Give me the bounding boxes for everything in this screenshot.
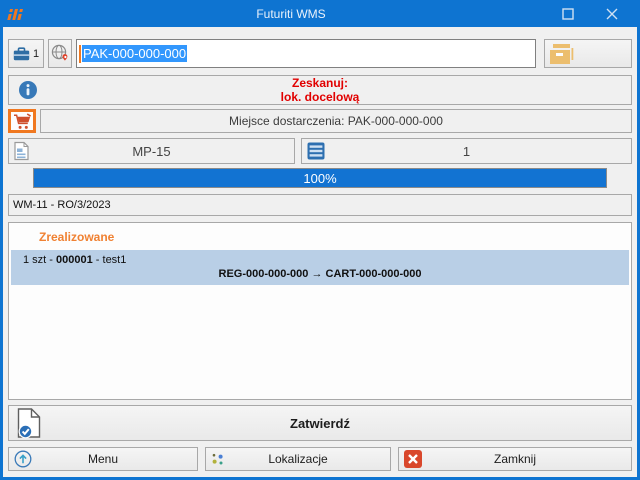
bottom-toolbar: Menu Lokalizacje (8, 447, 632, 471)
location-dots-icon (211, 452, 225, 466)
info-icon (18, 80, 38, 100)
location-globe-button[interactable] (48, 39, 72, 68)
progress-label: 100% (34, 169, 606, 187)
warehouse-button[interactable]: 1 (8, 39, 44, 68)
document-page-icon (14, 142, 29, 161)
location-panel: MP-15 (8, 138, 295, 164)
titlebar: Futuriti WMS (0, 0, 640, 27)
quantity-panel: 1 (301, 138, 632, 164)
list-header: Zrealizowane (9, 223, 631, 250)
completed-list: Zrealizowane 1 szt - 000001 - test1 REG-… (8, 222, 632, 400)
confirm-button[interactable]: Zatwierdź (8, 405, 632, 441)
delivery-row: Miejsce dostarczenia: PAK-000-000-000 (8, 109, 632, 133)
item-line-1: 1 szt - 000001 - test1 (11, 253, 629, 267)
confirm-label: Zatwierdź (290, 416, 350, 431)
text-caret (79, 45, 81, 63)
cart-button[interactable] (8, 109, 36, 133)
document-label: WM-11 - RO/3/2023 (13, 199, 111, 211)
package-button[interactable] (544, 39, 632, 68)
menu-label: Menu (88, 452, 118, 466)
locations-button[interactable]: Lokalizacje (205, 447, 391, 471)
app-logo-icon (6, 5, 36, 23)
close-window-icon[interactable] (590, 0, 634, 27)
document-panel: WM-11 - RO/3/2023 (8, 194, 632, 216)
quantity-value: 1 (463, 144, 470, 159)
menu-button[interactable]: Menu (8, 447, 198, 471)
progress-row: 100% (33, 168, 607, 188)
alert-line-1: Zeskanuj: (292, 76, 348, 90)
warehouse-count: 1 (33, 48, 39, 60)
progress-bar: 100% (33, 168, 607, 188)
info-row: Zeskanuj: lok. docelową (8, 75, 632, 105)
app-window: Futuriti WMS 1 (0, 0, 640, 480)
delivery-place-panel: Miejsce dostarczenia: PAK-000-000-000 (40, 109, 632, 133)
briefcase-icon (13, 47, 30, 61)
scan-input[interactable]: PAK-000-000-000 (76, 39, 536, 68)
scan-input-value: PAK-000-000-000 (82, 45, 187, 62)
item-transfer: REG-000-000-000 → CART-000-000-000 (11, 267, 629, 281)
document-check-icon (16, 408, 43, 439)
delivery-place-label: Miejsce dostarczenia: PAK-000-000-000 (229, 114, 443, 128)
circle-up-arrow-icon (14, 450, 32, 468)
window-title: Futuriti WMS (36, 7, 546, 21)
document-row: WM-11 - RO/3/2023 (8, 194, 632, 216)
cart-icon (13, 113, 32, 130)
alert-line-2: lok. docelową (281, 90, 360, 104)
info-panel: Zeskanuj: lok. docelową (8, 75, 632, 105)
details-row: MP-15 1 (8, 138, 632, 164)
close-label: Zamknij (494, 452, 536, 466)
scan-row: 1 PAK-000-000-000 (8, 39, 632, 68)
archive-box-icon (550, 43, 576, 64)
close-button[interactable]: Zamknij (398, 447, 632, 471)
location-value: MP-15 (132, 144, 170, 159)
locations-label: Lokalizacje (268, 452, 327, 466)
red-x-icon (404, 450, 422, 468)
list-item[interactable]: 1 szt - 000001 - test1 REG-000-000-000 →… (11, 250, 629, 285)
maximize-button[interactable] (546, 0, 590, 27)
item-code: 000001 (56, 254, 93, 266)
list-rows-icon (307, 142, 325, 160)
globe-pin-icon (51, 44, 70, 63)
